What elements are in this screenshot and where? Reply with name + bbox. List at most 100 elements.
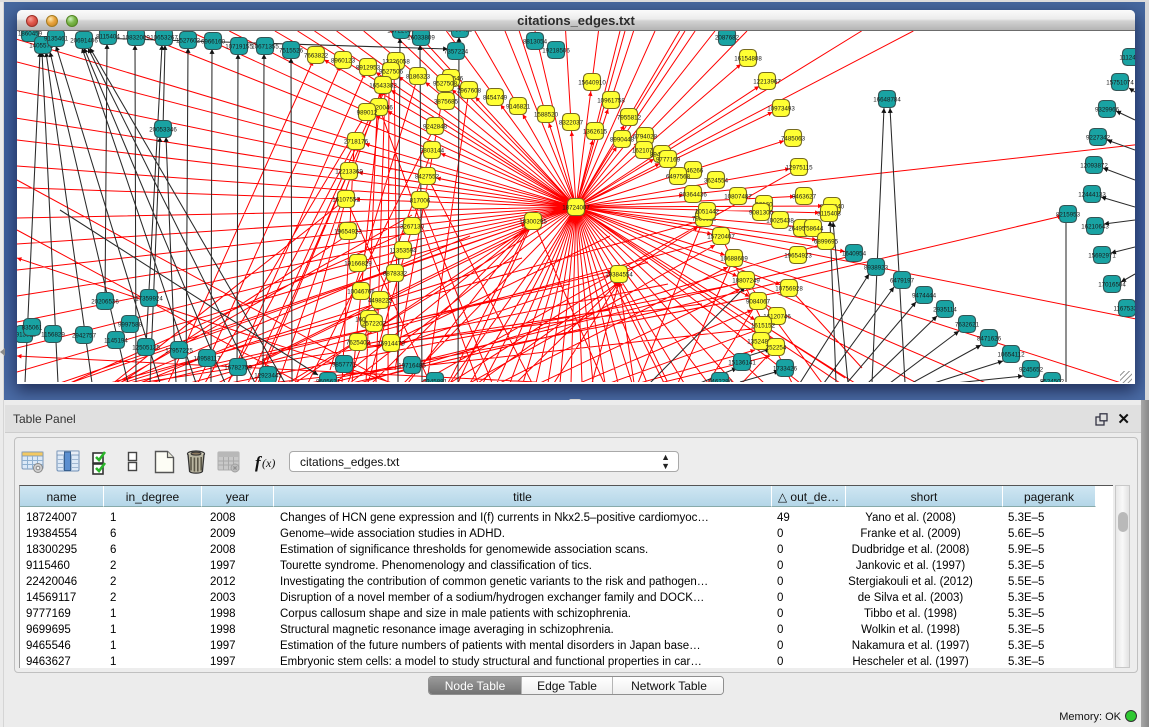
svg-text:12444133: 12444133 xyxy=(1078,191,1106,198)
svg-text:8322037: 8322037 xyxy=(559,119,584,126)
svg-text:1527602: 1527602 xyxy=(176,37,201,44)
svg-text:20364436: 20364436 xyxy=(679,191,707,198)
svg-text:20206536: 20206536 xyxy=(91,298,119,305)
svg-text:8813054: 8813054 xyxy=(523,38,548,45)
svg-text:19218506: 19218506 xyxy=(542,47,570,54)
svg-text:9857771: 9857771 xyxy=(332,361,357,368)
svg-text:9527506: 9527506 xyxy=(379,68,404,75)
svg-text:9135461: 9135461 xyxy=(44,35,69,42)
svg-text:7515526: 7515526 xyxy=(279,47,304,54)
svg-text:1615152: 1615152 xyxy=(751,322,776,329)
svg-text:10654112: 10654112 xyxy=(997,351,1025,358)
svg-text:15692971: 15692971 xyxy=(1088,252,1116,259)
svg-text:9242848: 9242848 xyxy=(423,123,448,130)
svg-text:3115403: 3115403 xyxy=(817,210,841,217)
svg-text:16033809: 16033809 xyxy=(407,34,435,41)
svg-text:12505135: 12505135 xyxy=(132,344,160,351)
svg-text:758644: 758644 xyxy=(803,225,824,232)
svg-text:11675336: 11675336 xyxy=(1113,305,1135,312)
svg-text:9084067: 9084067 xyxy=(746,298,771,305)
svg-text:3267130: 3267130 xyxy=(400,223,425,230)
svg-text:989012: 989012 xyxy=(357,109,378,116)
svg-text:12213967: 12213967 xyxy=(753,78,781,85)
svg-text:16648784: 16648784 xyxy=(873,96,901,103)
svg-text:18807249: 18807249 xyxy=(732,277,760,284)
svg-text:7357224: 7357224 xyxy=(444,48,469,55)
svg-text:7663822: 7663822 xyxy=(304,52,329,59)
svg-text:19384554: 19384554 xyxy=(605,271,633,278)
svg-text:16107552: 16107552 xyxy=(332,196,360,203)
svg-text:1733426: 1733426 xyxy=(773,365,798,372)
svg-text:15720407: 15720407 xyxy=(707,233,735,240)
svg-text:9777169: 9777169 xyxy=(656,156,681,163)
svg-text:16210643: 16210643 xyxy=(1081,223,1109,230)
svg-text:15751074: 15751074 xyxy=(1106,79,1134,86)
svg-text:18300295: 18300295 xyxy=(519,218,547,225)
svg-text:4498222: 4498222 xyxy=(368,297,393,304)
svg-text:8186323: 8186323 xyxy=(406,73,431,80)
svg-text:10025438: 10025438 xyxy=(766,217,794,224)
svg-text:8990448: 8990448 xyxy=(610,136,635,143)
svg-text:8462286: 8462286 xyxy=(708,378,733,382)
svg-text:9146821: 9146821 xyxy=(506,103,531,110)
svg-text:8427552: 8427552 xyxy=(415,173,440,180)
svg-text:10719155: 10719155 xyxy=(225,43,253,50)
svg-text:20691406: 20691406 xyxy=(70,37,98,44)
svg-text:10671355: 10671355 xyxy=(251,43,279,50)
svg-text:1112480: 1112480 xyxy=(1119,54,1135,61)
svg-text:1051442: 1051442 xyxy=(695,208,720,215)
svg-text:8454749: 8454749 xyxy=(483,94,508,101)
svg-text:9227342: 9227342 xyxy=(1086,134,1111,141)
svg-text:19654923: 19654923 xyxy=(784,252,812,259)
svg-text:10688609: 10688609 xyxy=(720,255,748,262)
svg-text:2967608: 2967608 xyxy=(457,87,482,94)
svg-text:(x): (x) xyxy=(262,456,275,470)
svg-text:9997588: 9997588 xyxy=(118,321,143,328)
svg-text:12093872: 12093872 xyxy=(1080,162,1108,169)
svg-text:6497568: 6497568 xyxy=(666,173,691,180)
svg-text:8938923: 8938923 xyxy=(864,264,889,271)
svg-text:10756928: 10756928 xyxy=(775,285,803,292)
svg-text:17016504: 17016504 xyxy=(1098,281,1126,288)
svg-text:17359924: 17359924 xyxy=(135,295,163,302)
svg-text:1362615: 1362615 xyxy=(583,128,608,135)
svg-text:9329966: 9329966 xyxy=(1095,106,1120,113)
svg-text:7625402: 7625402 xyxy=(346,339,371,346)
svg-text:817006: 817006 xyxy=(410,197,431,204)
svg-text:2572202: 2572202 xyxy=(362,320,387,327)
svg-text:19654923: 19654923 xyxy=(334,228,362,235)
svg-text:15640910: 15640910 xyxy=(578,79,606,86)
svg-text:9524502: 9524502 xyxy=(1040,378,1065,382)
svg-text:8115404: 8115404 xyxy=(96,33,120,40)
svg-text:17957225: 17957225 xyxy=(165,347,193,354)
svg-text:835061: 835061 xyxy=(22,324,43,331)
svg-text:252254: 252254 xyxy=(766,344,787,351)
svg-text:2087682: 2087682 xyxy=(715,34,740,41)
svg-text:8960123: 8960123 xyxy=(331,57,356,64)
svg-text:10832009: 10832009 xyxy=(122,34,150,41)
svg-text:7485063: 7485063 xyxy=(781,135,806,142)
svg-text:10046766: 10046766 xyxy=(347,288,375,295)
svg-text:9245652: 9245652 xyxy=(1019,366,1044,373)
svg-text:1145194: 1145194 xyxy=(104,337,128,344)
svg-text:2803144: 2803144 xyxy=(420,147,445,154)
svg-text:11353594: 11353594 xyxy=(389,247,417,254)
svg-text:16543382: 16543382 xyxy=(369,82,397,89)
svg-text:12923445: 12923445 xyxy=(254,372,282,379)
svg-text:10653267: 10653267 xyxy=(150,34,178,41)
svg-text:9345881: 9345881 xyxy=(423,378,448,382)
svg-text:9463627: 9463627 xyxy=(792,193,817,200)
svg-text:1588520: 1588520 xyxy=(534,111,559,118)
svg-text:9474444: 9474444 xyxy=(912,292,937,299)
svg-text:6966160: 6966160 xyxy=(201,38,226,45)
svg-text:1640954: 1640954 xyxy=(842,250,867,257)
svg-text:1156829: 1156829 xyxy=(41,331,65,338)
svg-text:10807487: 10807487 xyxy=(724,193,752,200)
svg-text:6479197: 6479197 xyxy=(890,277,915,284)
svg-text:8878332: 8878332 xyxy=(383,270,408,277)
svg-text:10973493: 10973493 xyxy=(767,105,795,112)
svg-text:16782759: 16782759 xyxy=(224,364,252,371)
svg-text:12213369: 12213369 xyxy=(335,168,363,175)
svg-text:3624554: 3624554 xyxy=(704,177,729,184)
svg-text:19716485: 19716485 xyxy=(398,362,426,369)
